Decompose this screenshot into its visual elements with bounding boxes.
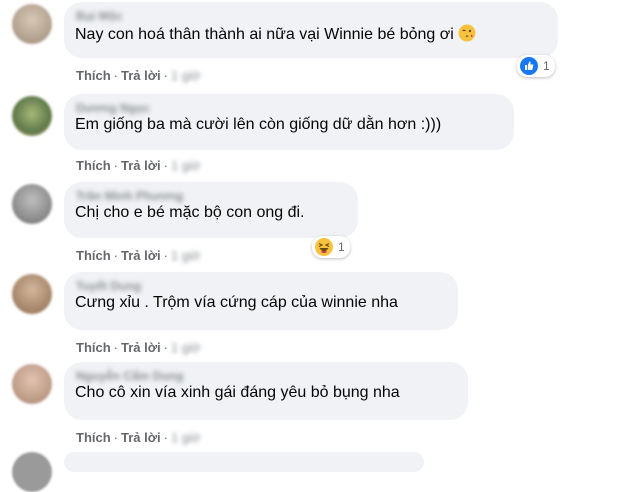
reply-link[interactable]: Trả lời: [121, 248, 161, 263]
comment-author[interactable]: Trần Minh Phương: [76, 189, 183, 203]
next-comment-bubble: [64, 452, 424, 472]
comment-time[interactable]: 1 giờ: [171, 68, 201, 83]
comment-bubble: Tuyết Dung Cưng xỉu . Trộm vía cứng cáp …: [64, 272, 458, 330]
comment-bubble: Nguyễn Cẩm Dung Cho cô xin vía xinh gái …: [64, 362, 468, 420]
haha-reaction-icon: [315, 238, 333, 256]
comment-bubble: Dương Ngọc Em giống ba mà cười lên còn g…: [64, 94, 514, 150]
comment-actions: Thích · Trả lời · 1 giờ: [76, 248, 201, 263]
comment-text: Em giống ba mà cười lên còn giống dữ dằn…: [75, 116, 442, 133]
like-link[interactable]: Thích: [76, 158, 111, 173]
comment-bubble: Bụi Mộc Nay con hoá thân thành ai nữa vạ…: [64, 2, 558, 58]
comment-actions: Thích · Trả lời · 1 giờ: [76, 158, 201, 173]
comment-actions: Thích · Trả lời · 1 giờ: [76, 340, 201, 355]
reply-link[interactable]: Trả lời: [121, 340, 161, 355]
comment-time[interactable]: 1 giờ: [171, 248, 201, 263]
reaction-summary[interactable]: 1: [312, 236, 350, 258]
comment-time[interactable]: 1 giờ: [171, 340, 201, 355]
like-reaction-icon: [520, 57, 538, 75]
like-link[interactable]: Thích: [76, 340, 111, 355]
reply-link[interactable]: Trả lời: [121, 158, 161, 173]
comment-author[interactable]: Bụi Mộc: [76, 9, 123, 23]
comment-author[interactable]: Nguyễn Cẩm Dung: [76, 369, 183, 383]
avatar[interactable]: [12, 4, 52, 44]
comment-author[interactable]: Dương Ngọc: [76, 101, 150, 115]
comment-time[interactable]: 1 giờ: [171, 158, 201, 173]
comment-text: Nay con hoá thân thành ai nữa vại Winnie…: [75, 24, 476, 44]
like-link[interactable]: Thích: [76, 248, 111, 263]
like-link[interactable]: Thích: [76, 68, 111, 83]
comment-text: Chị cho e bé mặc bộ con ong đi.: [75, 204, 305, 221]
avatar[interactable]: [12, 274, 52, 314]
reaction-summary[interactable]: 1: [517, 55, 555, 77]
reply-link[interactable]: Trả lời: [121, 430, 161, 445]
avatar[interactable]: [12, 184, 52, 224]
comment-bubble: Trần Minh Phương Chị cho e bé mặc bộ con…: [64, 182, 358, 238]
comment-author[interactable]: Tuyết Dung: [76, 279, 141, 293]
comment-actions: Thích · Trả lời · 1 giờ: [76, 68, 201, 83]
reply-link[interactable]: Trả lời: [121, 68, 161, 83]
avatar[interactable]: [12, 96, 52, 136]
comment-actions: Thích · Trả lời · 1 giờ: [76, 430, 201, 445]
like-link[interactable]: Thích: [76, 430, 111, 445]
avatar[interactable]: [12, 364, 52, 404]
comment-text: Cưng xỉu . Trộm vía cứng cáp của winnie …: [75, 294, 398, 311]
next-comment-avatar[interactable]: [12, 452, 52, 492]
comment-text: Cho cô xin vía xinh gái đáng yêu bỏ bụng…: [75, 384, 400, 401]
reaction-count: 1: [543, 59, 550, 73]
wink-kiss-emoji-icon: [458, 24, 476, 42]
reaction-count: 1: [338, 240, 345, 254]
comment-time[interactable]: 1 giờ: [171, 430, 201, 445]
